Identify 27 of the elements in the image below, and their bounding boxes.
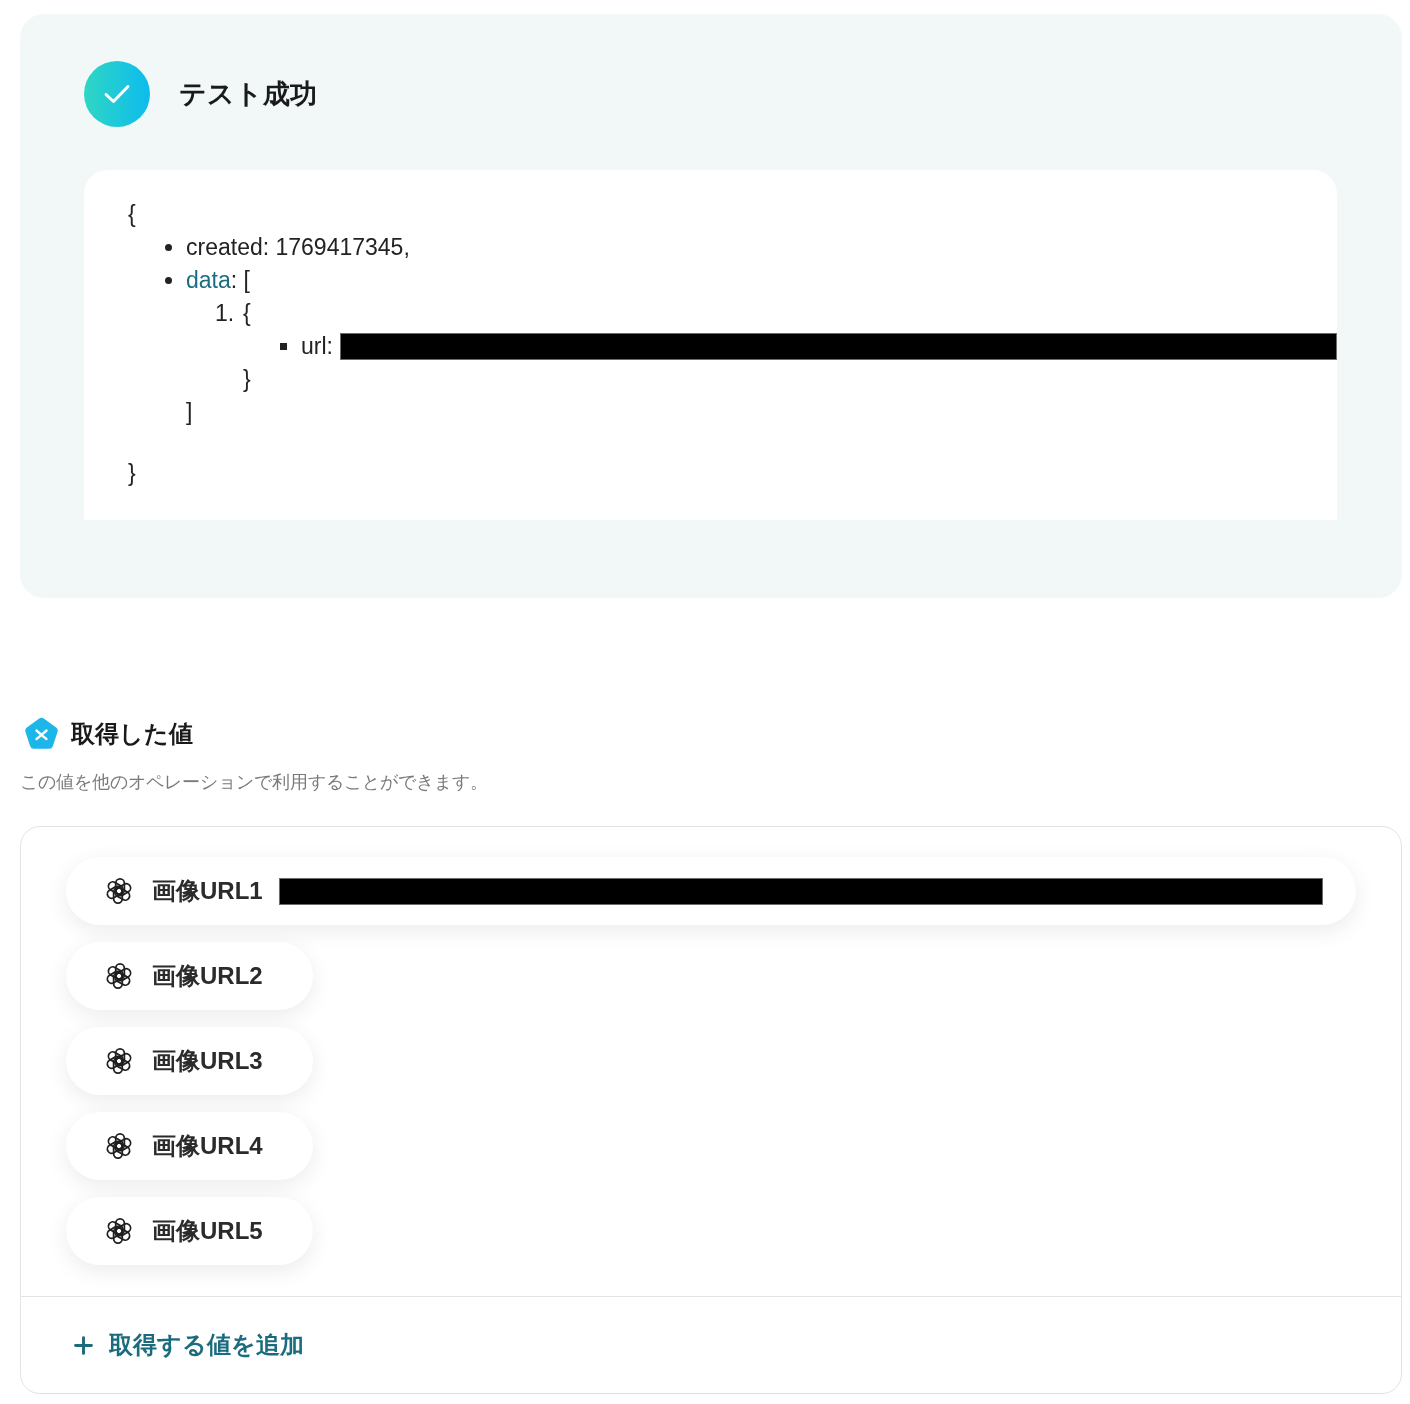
section-title: 取得した値 <box>71 719 193 749</box>
value-chip[interactable]: 画像URL3 <box>66 1027 313 1095</box>
json-brace: { <box>243 299 251 329</box>
json-brace: } <box>243 365 251 395</box>
list-number: 1. <box>215 299 235 329</box>
json-line: data: [ <box>186 266 250 296</box>
value-chip[interactable]: 画像URL1 <box>66 857 1356 925</box>
knot-icon <box>105 1047 133 1075</box>
bullet-icon <box>165 244 172 251</box>
square-bullet-icon <box>280 343 287 350</box>
add-value-button[interactable]: 取得する値を追加 <box>70 1327 304 1363</box>
value-chip[interactable]: 画像URL5 <box>66 1197 313 1265</box>
bullet-icon <box>165 277 172 284</box>
pentagon-icon <box>24 717 59 751</box>
json-line: created: 1769417345, <box>186 233 410 263</box>
json-brace: { <box>128 200 136 230</box>
json-brace: ] <box>186 398 193 428</box>
knot-icon <box>105 1217 133 1245</box>
knot-icon <box>105 1132 133 1160</box>
knot-icon <box>105 962 133 990</box>
json-line: url: <box>301 332 333 362</box>
result-title: テスト成功 <box>179 78 317 111</box>
value-chip[interactable]: 画像URL2 <box>66 942 313 1010</box>
section-description: この値を他のオペレーションで利用することができます。 <box>20 771 488 794</box>
knot-icon <box>105 877 133 905</box>
value-chip[interactable]: 画像URL4 <box>66 1112 313 1180</box>
json-brace: } <box>128 459 136 489</box>
